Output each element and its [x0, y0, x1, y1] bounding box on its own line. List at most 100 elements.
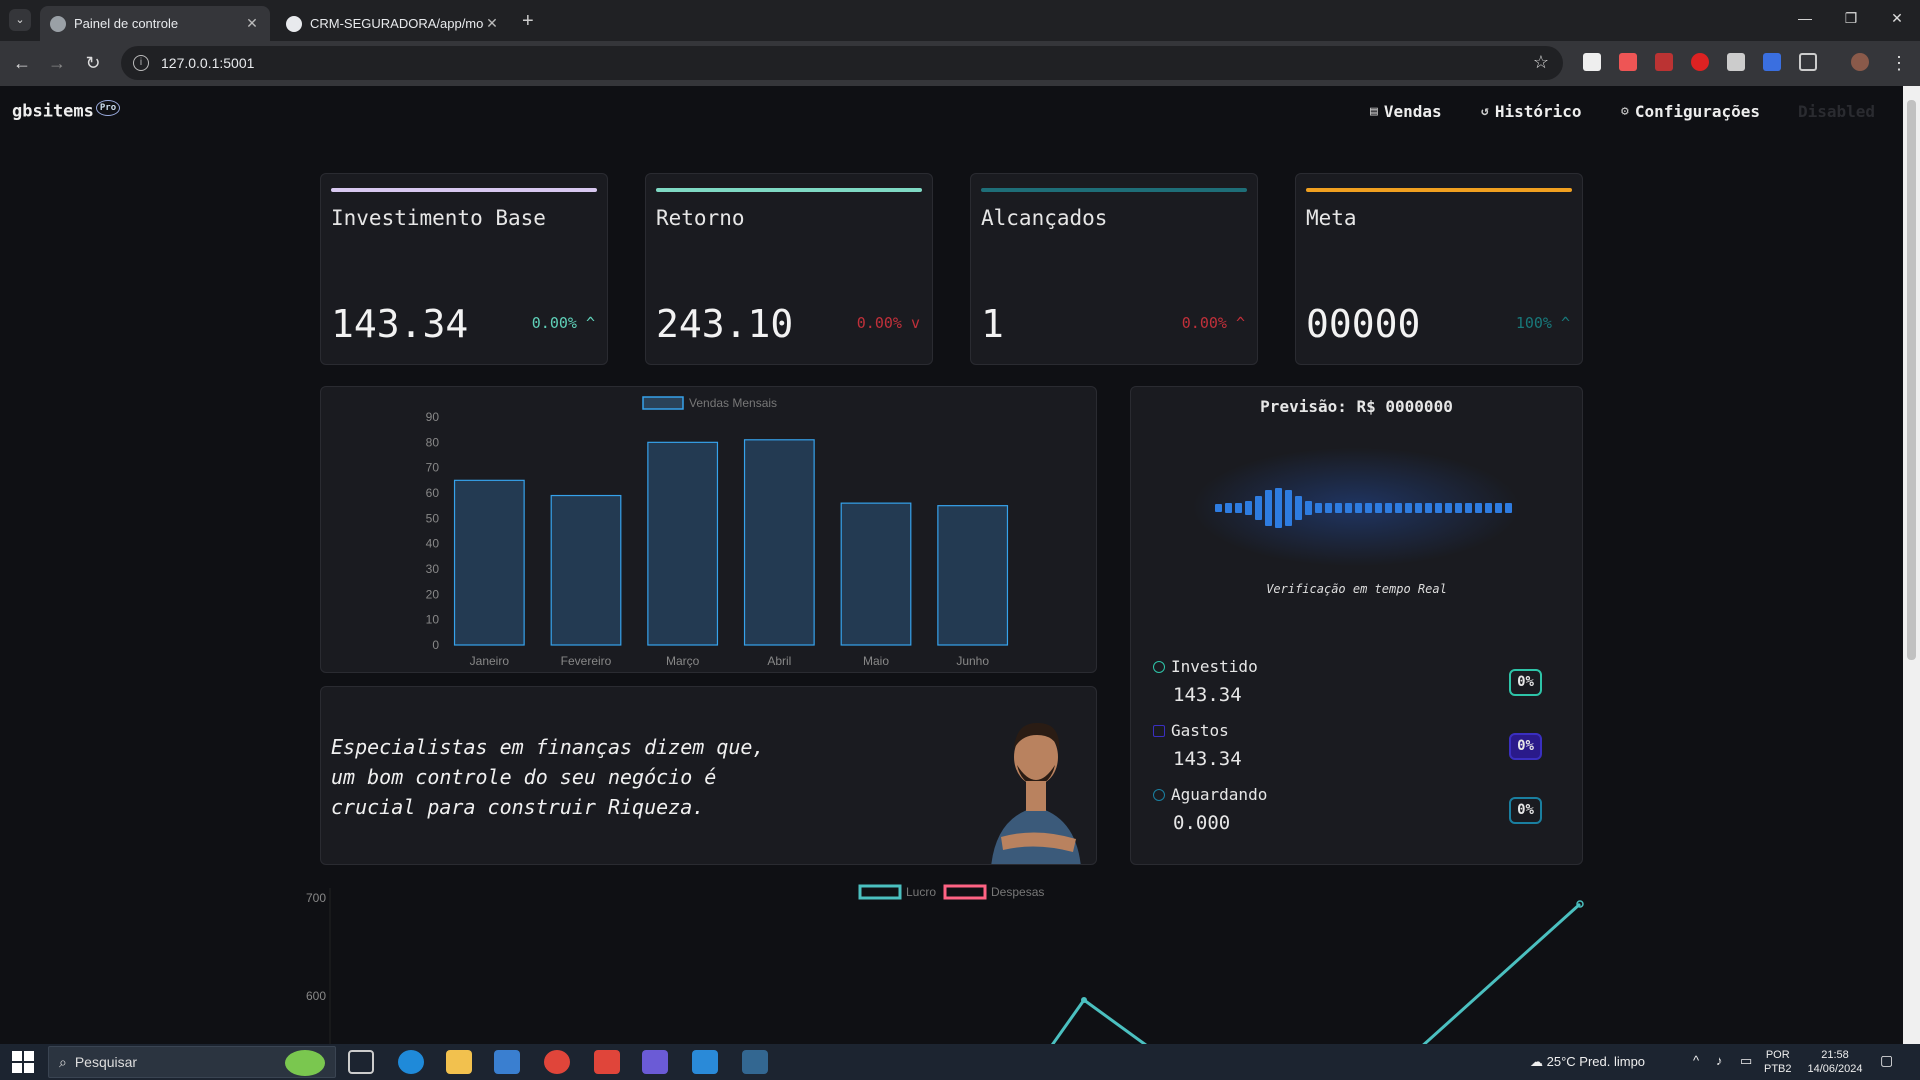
- y-tick-label: 700: [306, 891, 326, 905]
- caret-up-icon: ^: [1560, 314, 1570, 332]
- windows-start-icon[interactable]: [12, 1051, 34, 1073]
- pro-badge: Pro: [95, 100, 121, 116]
- data-point: [1081, 997, 1087, 1003]
- x-tick-label: Fevereiro: [561, 654, 612, 668]
- lime-illustration-icon: [285, 1050, 325, 1076]
- task-view-icon[interactable]: [348, 1050, 374, 1074]
- weather-widget[interactable]: ☁ 25°C Pred. limpo: [1530, 1055, 1645, 1069]
- series-line-lucro-segment: [1422, 902, 1582, 1044]
- y-tick-label: 30: [426, 562, 440, 576]
- x-tick-label: Junho: [956, 654, 989, 668]
- address-bar[interactable]: i 127.0.0.1:5001 ☆: [121, 46, 1563, 80]
- github-icon: [286, 15, 302, 32]
- language-indicator[interactable]: POR PTB2: [1764, 1048, 1792, 1076]
- extension-icon[interactable]: [1619, 53, 1637, 71]
- tab-search-button[interactable]: ⌄: [9, 9, 31, 31]
- volume-icon[interactable]: ♪: [1716, 1054, 1723, 1068]
- waveform-bar: [1355, 503, 1362, 513]
- page-scrollbar[interactable]: [1903, 86, 1920, 1044]
- legend-swatch-despesas: [943, 884, 987, 900]
- forward-arrow-icon[interactable]: →: [45, 53, 69, 74]
- taskbar-search-input[interactable]: ⌕ Pesquisar: [48, 1046, 336, 1078]
- stat-card-investimento: Investimento Base 143.34 0.00% ^: [320, 173, 608, 365]
- network-icon[interactable]: ▭: [1740, 1054, 1752, 1068]
- tab-title: CRM-SEGURADORA/app/mode: [310, 16, 484, 31]
- nav-configuracoes[interactable]: ⚙ Configurações: [1621, 102, 1760, 121]
- y-tick-label: 90: [426, 410, 440, 424]
- waveform-bar: [1445, 503, 1452, 513]
- table-icon: ▤: [1370, 104, 1378, 119]
- bar: [743, 439, 815, 646]
- more-menu-icon[interactable]: ⋮: [1887, 53, 1911, 74]
- reload-icon[interactable]: ↻: [81, 53, 105, 74]
- row-value: 143.34: [1173, 684, 1242, 706]
- notification-icon[interactable]: ▢: [1880, 1053, 1893, 1067]
- globe-icon: [50, 15, 66, 32]
- file-explorer-icon[interactable]: [446, 1050, 472, 1074]
- bookmark-star-icon[interactable]: ☆: [1533, 52, 1549, 73]
- legend-swatch: [642, 396, 684, 410]
- restore-icon[interactable]: ❐: [1836, 10, 1866, 27]
- quote-card: Especialistas em finanças dizem que, um …: [320, 686, 1097, 865]
- chrome-icon[interactable]: [544, 1050, 570, 1074]
- waveform-bar: [1235, 503, 1242, 513]
- waveform-bar: [1365, 503, 1372, 513]
- app-icon[interactable]: [594, 1050, 620, 1074]
- monthly-sales-bar-chart: Vendas Mensais 0 10 20 30 40 50 60 70 80 90 Janeiro…: [426, 396, 1009, 668]
- scrollbar-thumb[interactable]: [1907, 100, 1916, 660]
- series-line-lucro: [1050, 997, 1148, 1044]
- translate-icon[interactable]: [1763, 53, 1781, 71]
- close-tab-icon[interactable]: ✕: [244, 15, 260, 32]
- stat-delta: 0.00% ^: [1182, 314, 1245, 332]
- new-tab-button[interactable]: +: [522, 10, 534, 33]
- store-icon[interactable]: [494, 1050, 520, 1074]
- clock[interactable]: 21:58 14/06/2024: [1800, 1048, 1870, 1076]
- profile-avatar[interactable]: [1851, 53, 1869, 71]
- tab-crm-seguradora[interactable]: CRM-SEGURADORA/app/mode ✕: [276, 6, 510, 41]
- nav-vendas[interactable]: ▤ Vendas: [1370, 102, 1442, 121]
- close-window-icon[interactable]: ✕: [1882, 10, 1912, 27]
- brand-name: gbsitems: [12, 101, 94, 122]
- nav-label: Disabled: [1798, 102, 1876, 121]
- waveform-bar: [1275, 488, 1282, 528]
- tab-painel-de-controle[interactable]: Painel de controle ✕: [40, 6, 270, 41]
- accent-bar: [981, 188, 1247, 192]
- stat-value: 143.34: [331, 302, 469, 346]
- row-percent-badge: 0%: [1509, 669, 1542, 696]
- app-icon[interactable]: [642, 1050, 668, 1074]
- delta-text: 0.00%: [1181, 314, 1227, 332]
- back-arrow-icon[interactable]: ←: [10, 53, 34, 74]
- check-circle-icon: [1153, 660, 1165, 673]
- site-info-icon[interactable]: i: [133, 55, 149, 71]
- quote-line: Especialistas em finanças dizem que,: [331, 735, 765, 759]
- row-percent-badge: 0%: [1509, 797, 1542, 824]
- profit-expenses-line-chart: Lucro Despesas 700 600: [306, 884, 1584, 1044]
- waveform-bar: [1285, 490, 1292, 526]
- waveform-bar: [1475, 503, 1482, 513]
- caret-down-icon: v: [910, 314, 920, 332]
- extension-icon[interactable]: [1583, 53, 1601, 71]
- stat-value: 243.10: [656, 302, 794, 346]
- extension-icon[interactable]: [1691, 53, 1709, 71]
- browser-tab-bar: ⌄ Painel de controle ✕ CRM-SEGURADORA/ap…: [0, 0, 1920, 41]
- puzzle-icon[interactable]: [1799, 53, 1817, 71]
- y-tick-label: 20: [426, 587, 440, 601]
- minimize-icon[interactable]: —: [1790, 10, 1820, 26]
- nav-historico[interactable]: ↺ Histórico: [1481, 102, 1582, 121]
- weather-text: 25°C Pred. limpo: [1546, 1054, 1646, 1069]
- brand-logo[interactable]: gbsitems Pro: [12, 100, 121, 122]
- gear-icon: ⚙: [1621, 104, 1629, 119]
- row-label: Aguardando: [1153, 785, 1267, 804]
- bar: [840, 502, 912, 646]
- tray-chevron-icon[interactable]: ^: [1693, 1054, 1699, 1068]
- vscode-icon[interactable]: [692, 1050, 718, 1074]
- extension-icon[interactable]: [1727, 53, 1745, 71]
- waveform-bar: [1245, 501, 1252, 515]
- close-tab-icon[interactable]: ✕: [484, 15, 500, 32]
- edge-icon[interactable]: [398, 1050, 424, 1074]
- accent-bar: [1306, 188, 1572, 192]
- x-tick-label: Maio: [863, 654, 889, 668]
- extension-icon[interactable]: [1655, 53, 1673, 71]
- clock-time: 21:58: [1821, 1049, 1849, 1061]
- postgresql-icon[interactable]: [742, 1050, 768, 1074]
